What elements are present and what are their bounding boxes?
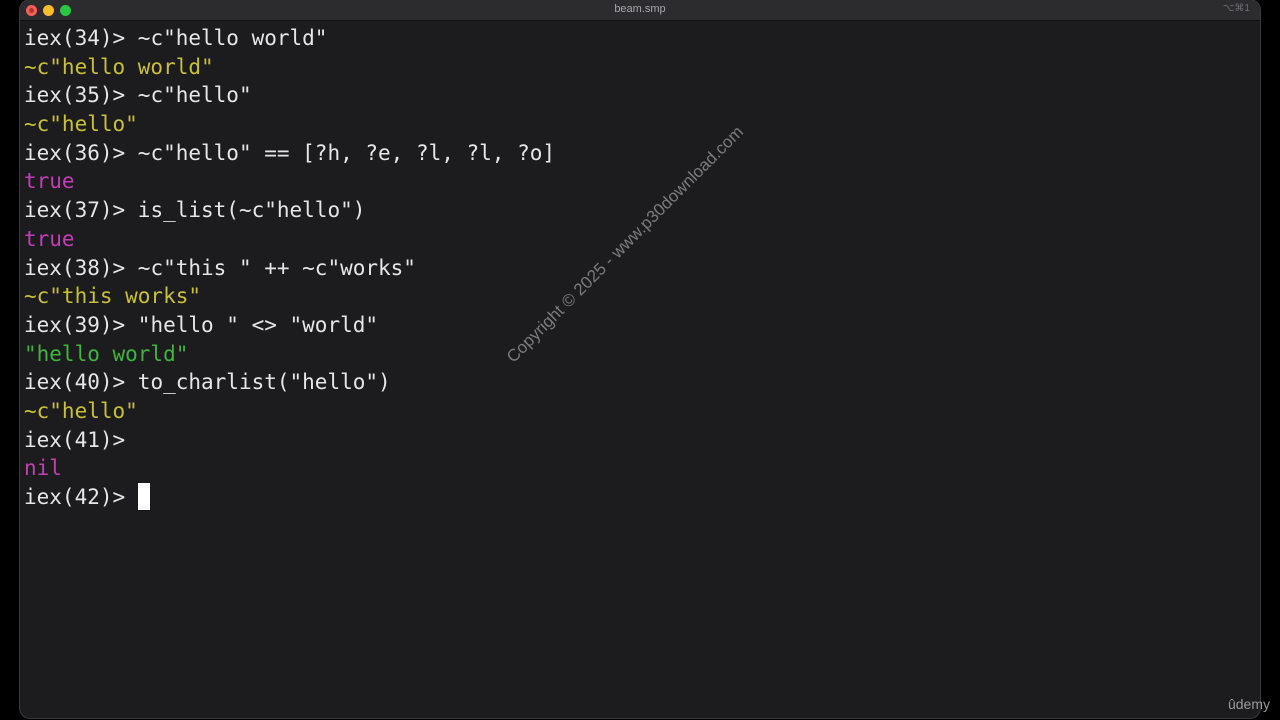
result-output: ~c"hello world" xyxy=(24,54,214,79)
command-input: ~c"hello world" xyxy=(137,26,328,50)
iex-prompt: iex(41)> xyxy=(24,427,138,452)
window-shortcut: ⌥⌘1 xyxy=(1222,3,1250,14)
result-line: nil xyxy=(24,454,1244,483)
result-line: ~c"hello" xyxy=(24,397,1244,426)
command-line: iex(37)> is_list(~c"hello") xyxy=(24,196,1244,225)
result-output: true xyxy=(24,226,75,251)
result-line: "hello world" xyxy=(24,340,1244,369)
command-line: iex(38)> ~c"this " ++ ~c"works" xyxy=(24,254,1244,283)
command-input: to_charlist("hello") xyxy=(137,370,391,395)
command-line: iex(39)> "hello " <> "world" xyxy=(24,311,1244,340)
text-cursor[interactable] xyxy=(137,483,150,510)
result-output: true xyxy=(24,169,75,194)
iex-prompt: iex(42)> xyxy=(24,485,138,509)
terminal-output[interactable]: iex(34)> ~c"hello world" ~c"hello world" i… xyxy=(24,24,1244,704)
command-input: "hello " <> "world" xyxy=(137,312,379,337)
iex-prompt: iex(35)> xyxy=(24,83,138,108)
result-output: ~c"hello" xyxy=(24,112,138,137)
command-input: ~c"this " ++ ~c"works" xyxy=(137,255,416,280)
iex-prompt: iex(34)> xyxy=(24,26,138,50)
result-line: true xyxy=(24,225,1244,254)
command-line: iex(41)> xyxy=(24,426,1244,455)
command-input: ~c"hello" xyxy=(137,83,252,108)
result-line: true xyxy=(24,167,1244,196)
result-line: ~c"hello" xyxy=(24,110,1244,139)
result-output: ~c"hello" xyxy=(24,398,138,423)
window-title: beam.smp xyxy=(614,3,666,15)
result-line: ~c"hello world" xyxy=(24,53,1244,82)
title-bar: beam.smp ⌥⌘1 xyxy=(20,0,1260,21)
result-line: ~c"this works" xyxy=(24,282,1244,311)
result-output: "hello world" xyxy=(24,341,189,366)
terminal-window: beam.smp ⌥⌘1 iex(34)> ~c"hello world" ~c"… xyxy=(20,0,1260,718)
command-input: is_list(~c"hello") xyxy=(137,198,366,223)
udemy-logo: ûdemy xyxy=(1227,696,1270,712)
command-line: iex(42)> xyxy=(24,483,1244,512)
iex-prompt: iex(40)> xyxy=(24,370,138,395)
command-line: iex(35)> ~c"hello" xyxy=(24,81,1244,110)
command-line: iex(34)> ~c"hello world" xyxy=(24,24,1244,53)
iex-prompt: iex(39)> xyxy=(24,312,138,337)
command-line: iex(40)> to_charlist("hello") xyxy=(24,368,1244,397)
screen: beam.smp ⌥⌘1 iex(34)> ~c"hello world" ~c"… xyxy=(0,0,1280,720)
command-input: ~c"hello" == [?h, ?e, ?l, ?l, ?o] xyxy=(137,140,556,165)
iex-prompt: iex(37)> xyxy=(24,198,138,223)
result-output: ~c"this works" xyxy=(24,284,202,309)
command-line: iex(36)> ~c"hello" == [?h, ?e, ?l, ?l, ?… xyxy=(24,139,1244,168)
iex-prompt: iex(36)> xyxy=(24,140,138,165)
iex-prompt: iex(38)> xyxy=(24,255,138,280)
result-output: nil xyxy=(24,456,62,481)
